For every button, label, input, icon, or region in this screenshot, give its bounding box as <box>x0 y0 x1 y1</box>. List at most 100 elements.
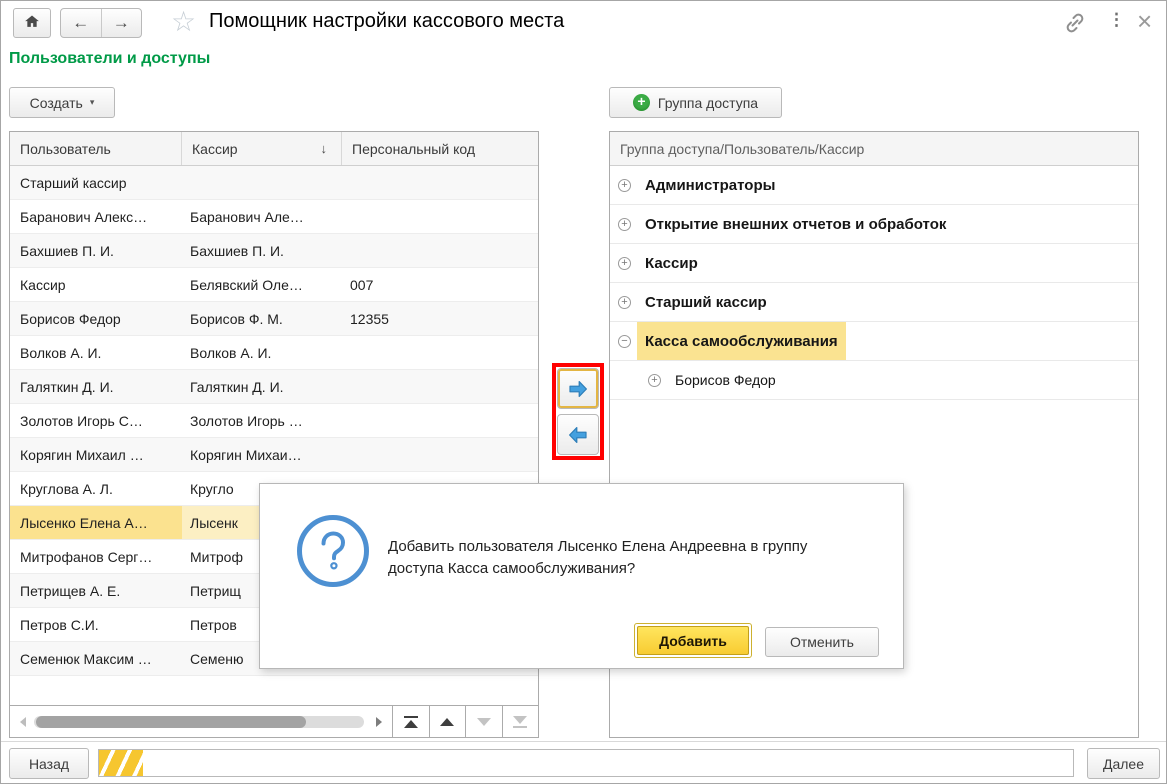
cancel-button[interactable]: Отменить <box>765 627 879 657</box>
table-row[interactable]: Корягин Михаил … Корягин Михаи… <box>10 438 538 472</box>
confirm-button[interactable]: Добавить <box>637 626 749 655</box>
section-title: Пользователи и доступы <box>9 50 211 67</box>
tree-group-row[interactable]: + Кассир <box>610 244 1138 283</box>
cell-cashier: Бахшиев П. И. <box>190 242 284 259</box>
back-button[interactable]: ← <box>61 9 102 37</box>
question-icon <box>294 512 372 595</box>
back-icon: ← <box>72 13 90 32</box>
sort-desc-icon: ↓ <box>320 141 328 156</box>
cell-code: 007 <box>350 276 374 293</box>
tree-group-row[interactable]: + Открытие внешних отчетов и обработок <box>610 205 1138 244</box>
cell-user: Петрищев А. Е. <box>20 582 121 599</box>
assistant-window: ← → ☆ Помощник настройки кассового места… <box>0 0 1167 784</box>
go-last-button[interactable] <box>501 706 538 737</box>
go-up-button[interactable] <box>428 706 465 737</box>
cell-cashier: Баранович Але… <box>190 208 304 225</box>
create-button[interactable]: Создать ▾ <box>9 87 115 118</box>
cell-user: Баранович Алекс… <box>20 208 148 225</box>
cell-code <box>342 336 538 369</box>
cell-cashier: Борисов Ф. М. <box>190 310 283 327</box>
close-icon[interactable]: × <box>1137 6 1152 37</box>
table-row[interactable]: Старший кассир <box>10 166 538 200</box>
tree-group-row[interactable]: + Администраторы <box>610 166 1138 205</box>
cell-code <box>342 370 538 403</box>
cell-user: Золотов Игорь С… <box>20 412 143 429</box>
cell-user: Галяткин Д. И. <box>20 378 114 395</box>
cell-code: 12355 <box>350 310 389 327</box>
link-icon[interactable] <box>1063 11 1087 35</box>
go-first-button[interactable] <box>392 706 429 737</box>
users-table-header: Пользователь Кассир ↓ Персональный код <box>10 132 538 166</box>
table-row[interactable]: Бахшиев П. И. Бахшиев П. И. <box>10 234 538 268</box>
scroll-right-icon[interactable] <box>376 717 382 727</box>
cell-cashier: Белявский Оле… <box>190 276 303 293</box>
cell-user: Круглова А. Л. <box>20 480 113 497</box>
table-row[interactable]: Кассир Белявский Оле… 007 <box>10 268 538 302</box>
cell-user: Волков А. И. <box>20 344 102 361</box>
expand-icon[interactable]: + <box>648 373 661 387</box>
home-icon <box>22 12 42 35</box>
go-down-button[interactable] <box>465 706 502 737</box>
add-access-group-button[interactable]: + Группа доступа <box>609 87 782 118</box>
cell-code <box>342 166 538 199</box>
annotation-highlight-box <box>552 363 604 460</box>
go-up-icon <box>440 717 455 726</box>
confirm-button-outline: Добавить <box>634 623 752 658</box>
cell-user: Петров С.И. <box>20 616 99 633</box>
collapse-icon[interactable]: − <box>618 334 631 348</box>
table-row[interactable]: Борисов Федор Борисов Ф. М. 12355 <box>10 302 538 336</box>
tree-group-label: Касса самообслуживания <box>637 322 846 360</box>
add-access-group-label: Группа доступа <box>657 94 759 111</box>
row-navigation-buttons <box>392 706 538 737</box>
cell-user: Старший кассир <box>20 174 127 191</box>
footer-divider <box>1 741 1166 742</box>
forward-icon: → <box>112 13 130 32</box>
table-row[interactable]: Баранович Алекс… Баранович Але… <box>10 200 538 234</box>
favorite-star-icon[interactable]: ☆ <box>171 5 196 38</box>
scrollbar-thumb[interactable] <box>36 716 306 728</box>
tree-group-label: Кассир <box>645 254 698 272</box>
table-row[interactable]: Волков А. И. Волков А. И. <box>10 336 538 370</box>
column-header-cashier-label: Кассир <box>192 140 238 157</box>
tree-child-row[interactable]: + Борисов Федор <box>610 361 1138 400</box>
back-step-button[interactable]: Назад <box>9 748 89 779</box>
table-row[interactable]: Галяткин Д. И. Галяткин Д. И. <box>10 370 538 404</box>
create-button-label: Создать <box>29 94 83 111</box>
column-header-user[interactable]: Пользователь <box>10 132 182 165</box>
cell-cashier: Золотов Игорь … <box>190 412 303 429</box>
cell-code <box>342 438 538 471</box>
table-scroll-strip <box>10 705 538 737</box>
scroll-left-icon[interactable] <box>20 717 26 727</box>
expand-icon[interactable]: + <box>618 217 631 231</box>
cell-user: Митрофанов Серг… <box>20 548 153 565</box>
tree-child-label: Борисов Федор <box>675 372 776 388</box>
tree-group-label: Открытие внешних отчетов и обработок <box>645 215 947 233</box>
cell-cashier: Корягин Михаи… <box>190 446 302 463</box>
progress-bar <box>98 749 1074 777</box>
next-step-button[interactable]: Далее <box>1087 748 1160 779</box>
horizontal-scrollbar[interactable] <box>34 716 364 728</box>
tree-group-row[interactable]: + Старший кассир <box>610 283 1138 322</box>
cell-code <box>342 234 538 267</box>
plus-icon: + <box>632 94 650 111</box>
cell-code <box>342 404 538 437</box>
expand-icon[interactable]: + <box>618 295 631 309</box>
table-row[interactable]: Золотов Игорь С… Золотов Игорь … <box>10 404 538 438</box>
cell-user: Лысенко Елена А… <box>10 506 182 539</box>
cell-user: Семенюк Максим … <box>20 650 152 667</box>
tree-group-row-selected[interactable]: − Касса самообслуживания <box>610 322 1138 361</box>
expand-icon[interactable]: + <box>618 256 631 270</box>
home-button[interactable] <box>13 8 51 38</box>
confirmation-dialog: Добавить пользователя Лысенко Елена Андр… <box>259 483 904 669</box>
column-header-code[interactable]: Персональный код <box>342 132 538 165</box>
more-menu-icon[interactable]: ⋮ <box>1108 10 1125 30</box>
cell-user: Кассир <box>20 276 66 293</box>
page-title: Помощник настройки кассового места <box>209 10 565 32</box>
tree-group-label: Старший кассир <box>645 293 767 311</box>
tree-group-label: Администраторы <box>645 176 776 194</box>
forward-button[interactable]: → <box>102 9 142 37</box>
expand-icon[interactable]: + <box>618 178 631 192</box>
column-header-cashier[interactable]: Кассир ↓ <box>182 132 342 165</box>
history-nav: ← → <box>60 8 142 38</box>
chevron-down-icon: ▾ <box>89 97 95 107</box>
